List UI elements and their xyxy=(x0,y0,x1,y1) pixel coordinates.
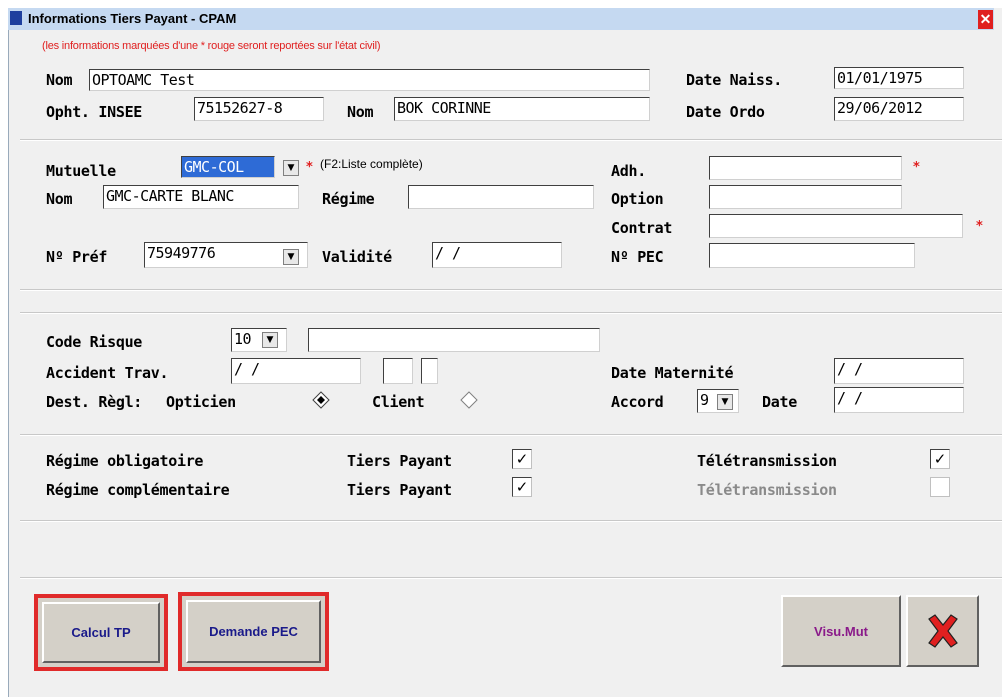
date-naiss-label: Date Naiss. xyxy=(686,71,783,89)
nom-label: Nom xyxy=(46,71,73,89)
date-maternite-label: Date Maternité xyxy=(611,364,734,382)
adh-label: Adh. xyxy=(611,162,646,180)
contrat-star: * xyxy=(976,219,983,234)
mutuelle-dropdown-icon[interactable]: ▼ xyxy=(283,160,299,176)
cancel-x-icon xyxy=(927,614,958,648)
app-icon xyxy=(10,11,22,25)
mutuelle-label: Mutuelle xyxy=(46,162,116,180)
opticien-label: Opticien xyxy=(166,393,236,411)
regime-oblig-label: Régime obligatoire xyxy=(46,452,204,470)
option-label: Option xyxy=(611,190,664,208)
contrat-field[interactable] xyxy=(709,214,963,238)
calcul-tp-label: Calcul TP xyxy=(71,625,131,640)
visu-mut-label: Visu.Mut xyxy=(814,623,868,639)
info-note: (les informations marquées d'une * rouge… xyxy=(42,40,381,52)
f2-hint: (F2:Liste complète) xyxy=(320,157,423,171)
code-risque-select[interactable]: 10 xyxy=(231,328,287,352)
tiers-payant-label-2: Tiers Payant xyxy=(347,481,452,499)
nom2-label: Nom xyxy=(347,103,374,121)
date-naiss-field[interactable]: 01/01/1975 xyxy=(834,67,964,89)
section-divider xyxy=(20,289,1002,291)
nom2-field[interactable]: BOK CORINNE xyxy=(394,97,650,121)
section-divider xyxy=(20,312,1002,314)
mutuelle-select[interactable]: GMC-COL xyxy=(181,156,275,178)
accord-dropdown-icon[interactable]: ▼ xyxy=(717,394,733,410)
opticien-radio[interactable] xyxy=(312,391,330,409)
section-divider xyxy=(20,520,1002,522)
option-field[interactable] xyxy=(709,185,902,209)
accident-date-field[interactable]: / / xyxy=(231,358,361,384)
tiers-payant-checkbox-2[interactable]: ✓ xyxy=(512,477,532,497)
code-risque-text[interactable] xyxy=(308,328,600,352)
section-divider xyxy=(20,139,1002,141)
mutuelle-star: * xyxy=(306,160,313,175)
accident-box1[interactable] xyxy=(383,358,413,384)
close-icon[interactable]: ✕ xyxy=(978,10,993,29)
code-risque-label: Code Risque xyxy=(46,333,143,351)
accident-label: Accident Trav. xyxy=(46,364,169,382)
cancel-button[interactable] xyxy=(906,595,979,667)
mutuelle-nom-label: Nom xyxy=(46,190,73,208)
teletransmission-label-2: Télétransmission xyxy=(697,481,837,499)
teletransmission-checkbox-2 xyxy=(930,477,950,497)
dest-regl-label: Dest. Règl: xyxy=(46,393,143,411)
accord-date-label: Date xyxy=(762,393,797,411)
demande-pec-label: Demande PEC xyxy=(209,624,298,639)
section-divider xyxy=(20,577,1002,579)
npec-label: Nº PEC xyxy=(611,248,664,266)
opht-insee-field[interactable]: 75152627-8 xyxy=(194,97,324,121)
client-label: Client xyxy=(372,393,425,411)
window-title: Informations Tiers Payant - CPAM xyxy=(28,11,237,26)
regime-field[interactable] xyxy=(408,185,594,209)
opht-insee-label: Opht. INSEE xyxy=(46,103,143,121)
accord-date-field[interactable]: / / xyxy=(834,387,964,413)
calcul-tp-button[interactable]: Calcul TP xyxy=(34,594,168,671)
regime-compl-label: Régime complémentaire xyxy=(46,481,230,499)
npref-label: Nº Préf xyxy=(46,248,108,266)
accident-box2[interactable] xyxy=(421,358,438,384)
regime-label: Régime xyxy=(322,190,375,208)
validite-field[interactable]: / / xyxy=(432,242,562,268)
mutuelle-nom-field[interactable]: GMC-CARTE BLANC xyxy=(103,185,299,209)
tiers-payant-label-1: Tiers Payant xyxy=(347,452,452,470)
code-risque-dropdown-icon[interactable]: ▼ xyxy=(262,332,278,348)
tiers-payant-checkbox-1[interactable]: ✓ xyxy=(512,449,532,469)
contrat-label: Contrat xyxy=(611,219,673,237)
date-ordo-label: Date Ordo xyxy=(686,103,765,121)
npec-field[interactable] xyxy=(709,243,915,268)
date-ordo-field[interactable]: 29/06/2012 xyxy=(834,97,964,121)
accord-label: Accord xyxy=(611,393,664,411)
client-radio[interactable] xyxy=(460,391,478,409)
section-divider xyxy=(20,434,1002,436)
nom-field[interactable]: OPTOAMC Test xyxy=(89,69,650,91)
visu-mut-button[interactable]: Visu.Mut xyxy=(781,595,901,667)
adh-field[interactable] xyxy=(709,156,902,180)
npref-dropdown-icon[interactable]: ▼ xyxy=(283,249,299,265)
teletransmission-checkbox-1[interactable]: ✓ xyxy=(930,449,950,469)
date-maternite-field[interactable]: / / xyxy=(834,358,964,384)
validite-label: Validité xyxy=(322,248,392,266)
adh-star: * xyxy=(913,160,920,175)
demande-pec-button[interactable]: Demande PEC xyxy=(178,592,329,671)
teletransmission-label-1: Télétransmission xyxy=(697,452,837,470)
